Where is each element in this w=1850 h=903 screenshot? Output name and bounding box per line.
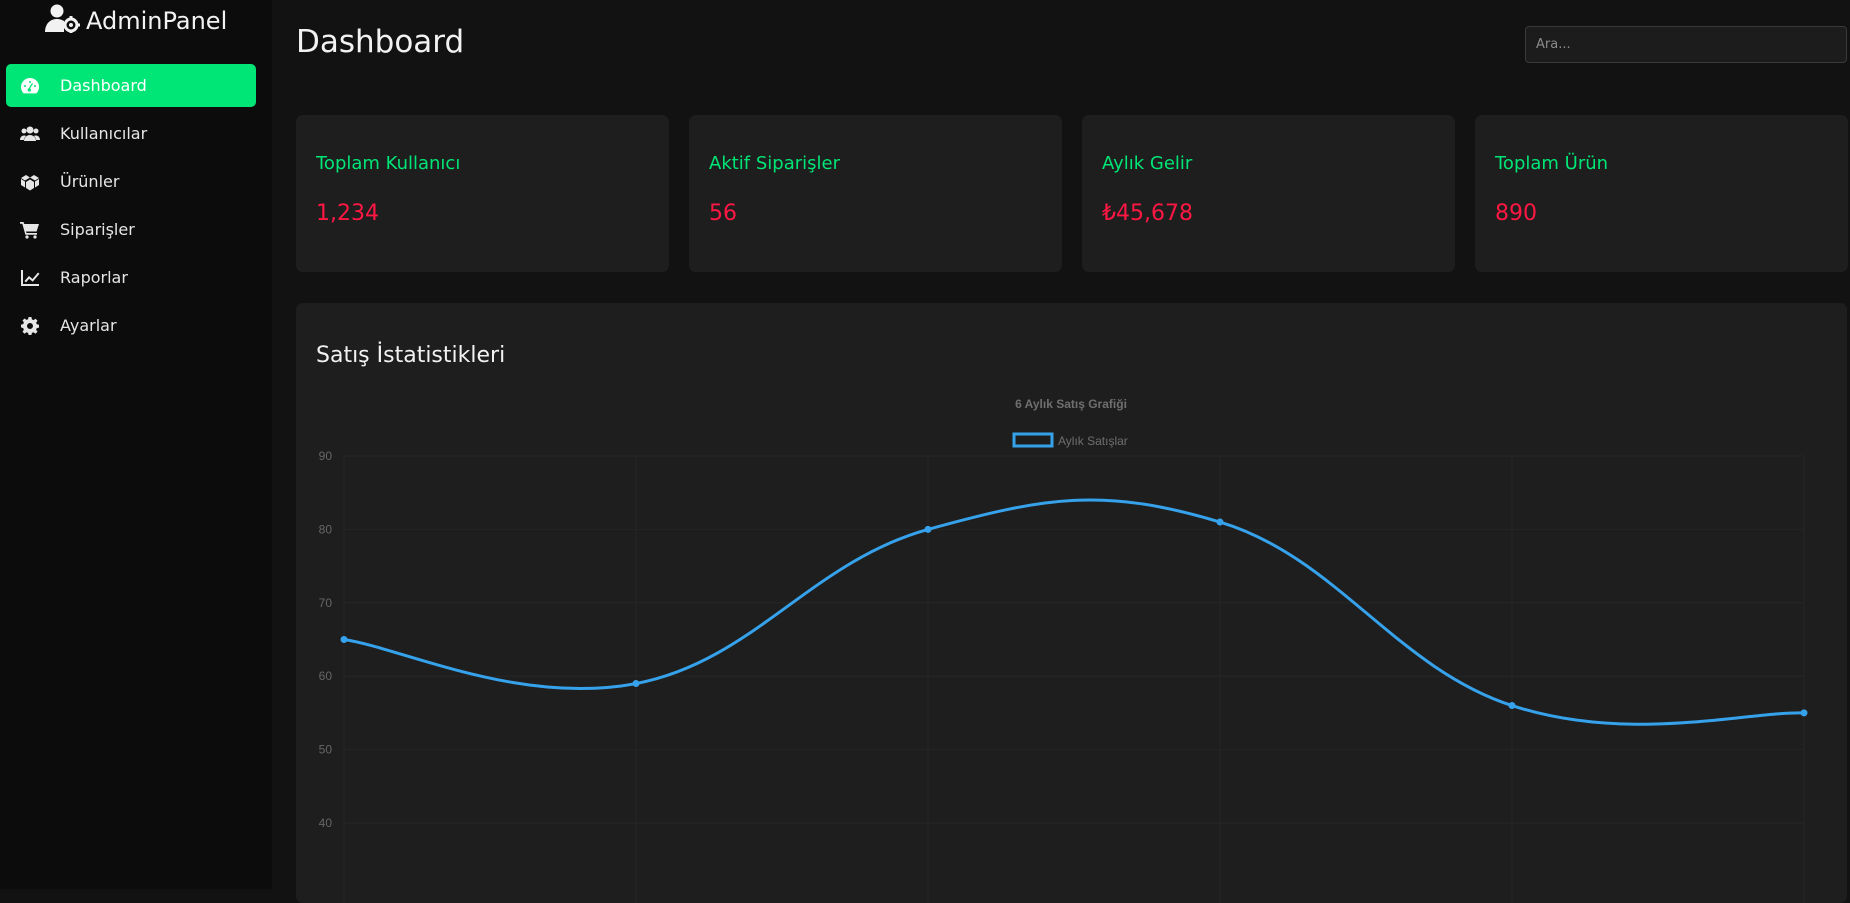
stat-card-products: Toplam Ürün 890 bbox=[1475, 115, 1848, 272]
sidebar-item-label: Ürünler bbox=[60, 172, 120, 191]
stat-card-title: Aktif Siparişler bbox=[709, 153, 840, 174]
series-line-aylik-satislar bbox=[343, 498, 1805, 726]
stat-card-title: Aylık Gelir bbox=[1102, 153, 1193, 174]
y-tick-label: 80 bbox=[319, 522, 333, 536]
boxes-icon bbox=[18, 172, 42, 192]
sidebar-item-siparisler[interactable]: Siparişler bbox=[6, 208, 256, 251]
sidebar-item-label: Dashboard bbox=[60, 76, 147, 95]
y-tick-label: 50 bbox=[319, 743, 333, 757]
gauge-icon bbox=[18, 76, 42, 96]
sidebar-item-raporlar[interactable]: Raporlar bbox=[6, 256, 256, 299]
y-tick-label: 60 bbox=[319, 669, 333, 683]
gear-icon bbox=[18, 316, 42, 336]
sales-line-chart: 6 Aylık Satış Grafiği Aylık Satışlar 90 80 7… bbox=[319, 397, 1808, 903]
sidebar: AdminPanel Dashboard Kullanıcılar Ürünle… bbox=[0, 0, 272, 889]
data-point bbox=[1508, 702, 1516, 710]
data-point bbox=[632, 680, 640, 688]
stat-card-revenue: Aylık Gelir ₺45,678 bbox=[1082, 115, 1455, 272]
chart-title: 6 Aylık Satış Grafiği bbox=[1015, 397, 1127, 411]
app-name: AdminPanel bbox=[86, 7, 228, 35]
user-gear-icon bbox=[44, 3, 80, 39]
data-point bbox=[340, 636, 348, 643]
sidebar-item-label: Siparişler bbox=[60, 220, 135, 239]
sidebar-item-label: Kullanıcılar bbox=[60, 124, 148, 143]
data-point bbox=[1216, 518, 1224, 526]
y-tick-label: 40 bbox=[319, 816, 333, 830]
legend-label: Aylık Satışlar bbox=[1058, 434, 1128, 448]
stat-card-value: 890 bbox=[1495, 201, 1537, 226]
chart-line-icon bbox=[18, 268, 42, 288]
sidebar-item-ayarlar[interactable]: Ayarlar bbox=[6, 304, 256, 347]
page-title: Dashboard bbox=[296, 24, 465, 60]
stat-card-title: Toplam Ürün bbox=[1495, 153, 1609, 174]
legend-swatch bbox=[1012, 432, 1054, 448]
sidebar-item-dashboard[interactable]: Dashboard bbox=[6, 64, 256, 107]
search-input[interactable] bbox=[1525, 26, 1847, 63]
stat-card-value: 1,234 bbox=[316, 201, 379, 226]
sidebar-item-label: Ayarlar bbox=[60, 316, 117, 335]
y-tick-label: 70 bbox=[319, 596, 333, 610]
sales-chart-panel: Satış İstatistikleri 6 Aylık Satış Grafi… bbox=[296, 303, 1847, 903]
data-point bbox=[924, 525, 932, 533]
sidebar-item-urunler[interactable]: Ürünler bbox=[6, 160, 256, 203]
stat-card-orders: Aktif Siparişler 56 bbox=[689, 115, 1062, 272]
stat-card-title: Toplam Kullanıcı bbox=[316, 153, 461, 174]
stat-card-value: 56 bbox=[709, 201, 737, 226]
sidebar-nav: Dashboard Kullanıcılar Ürünler Siparişle… bbox=[6, 64, 256, 352]
data-point bbox=[1800, 709, 1808, 717]
cart-icon bbox=[18, 220, 42, 240]
sidebar-item-kullanicilar[interactable]: Kullanıcılar bbox=[6, 112, 256, 155]
app-logo[interactable]: AdminPanel bbox=[44, 4, 227, 38]
y-tick-label: 90 bbox=[319, 449, 333, 463]
stat-card-users: Toplam Kullanıcı 1,234 bbox=[296, 115, 669, 272]
users-icon bbox=[18, 124, 42, 144]
sidebar-item-label: Raporlar bbox=[60, 268, 128, 287]
stat-card-value: ₺45,678 bbox=[1102, 201, 1193, 226]
